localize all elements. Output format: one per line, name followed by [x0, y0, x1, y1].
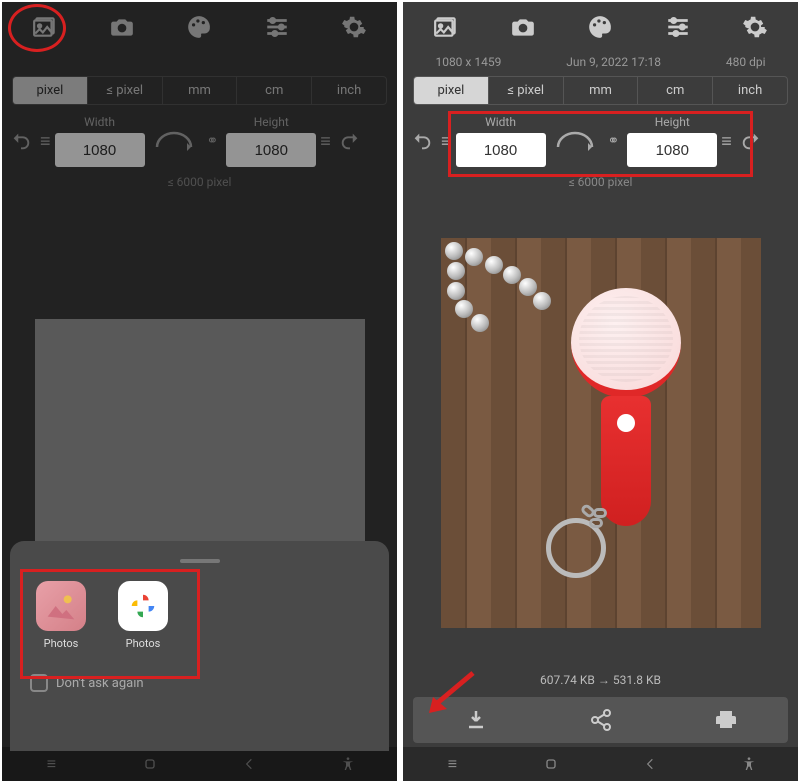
unit-tab-cm[interactable]: cm [237, 77, 312, 104]
tune-icon[interactable] [252, 2, 302, 52]
meta-date: Jun 9, 2022 17:18 [566, 55, 661, 69]
print-button[interactable] [696, 708, 756, 732]
redo-icon[interactable] [335, 130, 365, 152]
dont-ask-row: Don't ask again [30, 674, 369, 692]
menu-icon[interactable]: ≡ [320, 131, 331, 152]
nav-accessibility-icon[interactable] [328, 756, 368, 772]
link-icon[interactable]: ⚭ [608, 133, 620, 149]
nav-accessibility-icon[interactable] [729, 756, 769, 772]
dimensions-row: ≡ Width ⚭ Height ≡ [2, 109, 397, 173]
app-photos-gallery[interactable]: Photos [30, 581, 92, 650]
app-label: Photos [44, 637, 79, 650]
tune-icon[interactable] [653, 2, 703, 52]
share-button[interactable] [571, 708, 631, 732]
undo-icon[interactable] [6, 130, 36, 152]
app-label: Photos [126, 637, 161, 650]
canvas-area [403, 191, 798, 667]
android-navbar: ≡ [2, 747, 397, 781]
camera-icon[interactable] [498, 2, 548, 52]
unit-tab-pixel[interactable]: pixel [13, 77, 88, 104]
meta-dimensions: 1080 x 1459 [435, 55, 501, 69]
bead-chain [441, 238, 571, 328]
undo-icon[interactable] [407, 130, 437, 152]
dont-ask-label: Don't ask again [56, 676, 144, 691]
image-preview[interactable] [441, 238, 761, 628]
width-label: Width [84, 115, 115, 129]
unit-tab-mm[interactable]: mm [564, 77, 639, 104]
unit-tab-lepixel[interactable]: ≤ pixel [88, 77, 163, 104]
height-input[interactable] [627, 133, 717, 167]
unit-tabs: pixel ≤ pixel mm cm inch [12, 76, 387, 105]
width-input[interactable] [456, 133, 546, 167]
menu-icon[interactable]: ≡ [441, 131, 452, 152]
sheet-handle[interactable] [180, 559, 220, 563]
gallery-icon[interactable] [421, 2, 471, 52]
gallery-pink-icon [36, 581, 86, 631]
palette-icon[interactable] [174, 2, 224, 52]
app-chooser-sheet: Photos Photos Don't ask again [10, 541, 389, 751]
right-screenshot: 1080 x 1459 Jun 9, 2022 17:18 480 dpi pi… [403, 2, 798, 781]
android-navbar: ≡ [403, 747, 798, 781]
nav-home-icon[interactable] [531, 756, 571, 772]
redo-icon[interactable] [736, 130, 766, 152]
width-label: Width [485, 115, 516, 129]
dimensions-row: ≡ Width ⚭ Height ≡ [403, 109, 798, 173]
download-button[interactable] [446, 708, 506, 732]
unit-tab-inch[interactable]: inch [312, 77, 386, 104]
google-photos-icon [118, 581, 168, 631]
swap-icon[interactable] [149, 126, 199, 156]
width-input[interactable] [55, 133, 145, 167]
unit-tab-inch[interactable]: inch [713, 77, 787, 104]
unit-tab-mm[interactable]: mm [163, 77, 238, 104]
app-google-photos[interactable]: Photos [112, 581, 174, 650]
gallery-icon[interactable] [20, 2, 70, 52]
image-meta: 1080 x 1459 Jun 9, 2022 17:18 480 dpi [403, 52, 798, 72]
meta-row-empty [2, 52, 397, 72]
max-size-hint: ≤ 6000 pixel [403, 173, 798, 191]
settings-icon[interactable] [329, 2, 379, 52]
nav-menu-icon[interactable]: ≡ [31, 754, 71, 774]
unit-tab-pixel[interactable]: pixel [414, 77, 489, 104]
palette-icon[interactable] [575, 2, 625, 52]
nav-back-icon[interactable] [229, 757, 269, 771]
top-toolbar [403, 2, 798, 52]
link-icon[interactable]: ⚭ [207, 133, 219, 149]
left-screenshot: pixel ≤ pixel mm cm inch ≡ Width ⚭ Heigh… [2, 2, 397, 781]
dont-ask-checkbox[interactable] [30, 674, 48, 692]
swap-icon[interactable] [550, 126, 600, 156]
nav-menu-icon[interactable]: ≡ [432, 754, 472, 774]
unit-tab-cm[interactable]: cm [638, 77, 713, 104]
nav-home-icon[interactable] [130, 756, 170, 772]
menu-icon[interactable]: ≡ [721, 131, 732, 152]
height-label: Height [655, 115, 690, 129]
crochet-mic [571, 288, 681, 526]
menu-icon[interactable]: ≡ [40, 131, 51, 152]
meta-dpi: 480 dpi [726, 55, 766, 69]
top-toolbar [2, 2, 397, 52]
action-bar [413, 697, 788, 743]
settings-icon[interactable] [730, 2, 780, 52]
height-label: Height [254, 115, 289, 129]
height-input[interactable] [226, 133, 316, 167]
unit-tabs: pixel ≤ pixel mm cm inch [413, 76, 788, 105]
unit-tab-lepixel[interactable]: ≤ pixel [489, 77, 564, 104]
nav-back-icon[interactable] [630, 757, 670, 771]
filesize-info: 607.74 KB → 531.8 KB [403, 667, 798, 693]
camera-icon[interactable] [97, 2, 147, 52]
max-size-hint: ≤ 6000 pixel [2, 173, 397, 191]
